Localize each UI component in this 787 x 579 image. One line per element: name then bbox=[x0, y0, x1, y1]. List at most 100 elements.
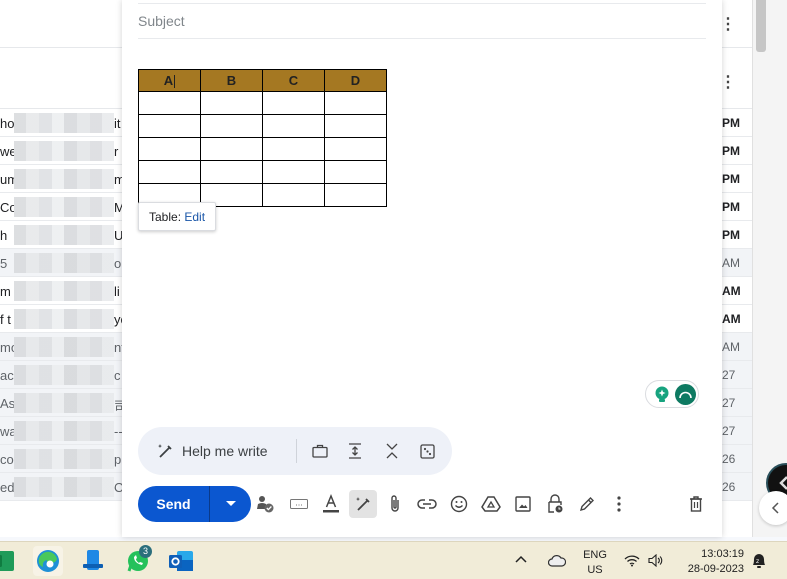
mail-time: PM bbox=[722, 172, 740, 186]
table-cell[interactable] bbox=[262, 160, 325, 184]
image-icon[interactable] bbox=[511, 492, 535, 516]
outlook-icon bbox=[169, 551, 193, 571]
link-icon[interactable] bbox=[415, 492, 439, 516]
mail-time: PM bbox=[722, 116, 740, 130]
table-cell[interactable] bbox=[324, 114, 387, 138]
taskbar: 3 ENG US 13:03:19 28-09-2023 z bbox=[0, 541, 787, 579]
table-popup-label: Table: bbox=[149, 210, 182, 224]
mail-sender: 5 bbox=[0, 256, 8, 271]
redacted-content bbox=[14, 421, 114, 441]
confidential-lock-icon[interactable] bbox=[543, 492, 567, 516]
system-clock[interactable]: 13:03:19 28-09-2023 bbox=[680, 547, 744, 577]
table-cell[interactable] bbox=[200, 137, 263, 161]
table-cell[interactable] bbox=[324, 160, 387, 184]
caret-down-icon bbox=[225, 501, 236, 506]
table-cell[interactable] bbox=[324, 183, 387, 207]
trash-icon[interactable] bbox=[684, 492, 708, 516]
table-header-cell[interactable]: B bbox=[200, 69, 263, 92]
assistant-avatar-icon[interactable] bbox=[675, 384, 696, 405]
screen: ⋮ ⋮ hoitPMwerPMummPMCoMaPM hUPM 5oAMm Il… bbox=[0, 0, 787, 579]
excel-icon bbox=[0, 551, 14, 571]
redacted-content bbox=[14, 225, 114, 245]
table-cell[interactable] bbox=[200, 91, 263, 115]
table-cell[interactable] bbox=[324, 91, 387, 115]
drive-icon[interactable] bbox=[479, 492, 503, 516]
table-header-cell[interactable]: C bbox=[262, 69, 325, 92]
table-popup: Table: Edit bbox=[138, 202, 217, 231]
table-cell[interactable] bbox=[138, 114, 201, 138]
volume-icon[interactable] bbox=[648, 553, 664, 570]
more-vert-icon[interactable]: ⋮ bbox=[720, 72, 736, 92]
edge-icon bbox=[37, 550, 59, 572]
mail-sender: As bbox=[0, 396, 14, 411]
phone-link-icon bbox=[83, 550, 103, 570]
grammar-assistant[interactable] bbox=[645, 380, 699, 408]
table-cell[interactable] bbox=[138, 91, 201, 115]
taskbar-app-phone-link[interactable] bbox=[78, 546, 108, 576]
scrollbar[interactable] bbox=[756, 0, 766, 52]
briefcase-icon[interactable] bbox=[310, 441, 330, 461]
attach-icon[interactable] bbox=[383, 492, 407, 516]
keyboard-icon[interactable] bbox=[287, 492, 311, 516]
subject-input[interactable] bbox=[138, 13, 698, 29]
onedrive-icon[interactable] bbox=[547, 555, 567, 570]
language-code: ENG bbox=[583, 549, 607, 561]
more-options-icon[interactable] bbox=[607, 492, 631, 516]
table-cell[interactable] bbox=[262, 114, 325, 138]
mail-time: PM bbox=[722, 144, 740, 158]
collapse-vertical-icon[interactable] bbox=[382, 441, 402, 461]
sparkle-pen-icon[interactable] bbox=[349, 490, 377, 518]
side-panel bbox=[752, 0, 787, 537]
taskbar-app-excel[interactable] bbox=[0, 546, 18, 576]
notifications-icon[interactable]: z bbox=[751, 552, 767, 572]
table-cell[interactable] bbox=[262, 137, 325, 161]
dice-icon[interactable] bbox=[417, 441, 437, 461]
more-vert-icon[interactable]: ⋮ bbox=[720, 14, 736, 34]
table-cell[interactable] bbox=[324, 137, 387, 161]
redacted-content bbox=[14, 197, 114, 217]
table-cell[interactable] bbox=[262, 183, 325, 207]
show-side-panel-button[interactable] bbox=[759, 491, 787, 525]
table-header-cell[interactable]: D bbox=[324, 69, 387, 92]
wifi-icon[interactable] bbox=[624, 554, 640, 570]
table-edit-link[interactable]: Edit bbox=[184, 210, 205, 224]
signature-check-icon[interactable] bbox=[253, 492, 277, 516]
mail-sender: wa bbox=[0, 424, 14, 439]
emoji-icon[interactable] bbox=[447, 492, 471, 516]
mail-time: 27 bbox=[722, 396, 736, 410]
redacted-content bbox=[14, 393, 114, 413]
table-header-cell[interactable]: A bbox=[138, 69, 201, 92]
redacted-content bbox=[14, 449, 114, 469]
send-options-button[interactable] bbox=[210, 486, 251, 522]
table-row bbox=[138, 137, 387, 161]
expand-vertical-icon[interactable] bbox=[345, 441, 365, 461]
mail-time: 27 bbox=[722, 424, 736, 438]
body-table[interactable]: A B C D bbox=[138, 69, 387, 207]
help-me-write-button[interactable]: Help me write bbox=[156, 441, 268, 461]
send-button[interactable]: Send bbox=[138, 486, 210, 522]
table-cell[interactable] bbox=[262, 91, 325, 115]
table-cell[interactable] bbox=[200, 160, 263, 184]
taskbar-app-outlook[interactable] bbox=[166, 546, 196, 576]
table-cell[interactable] bbox=[138, 137, 201, 161]
mail-sender: we bbox=[0, 144, 14, 159]
sparkle-pen-icon bbox=[158, 444, 172, 458]
text-format-icon[interactable] bbox=[319, 492, 343, 516]
taskbar-app-edge[interactable] bbox=[33, 546, 63, 576]
language-indicator[interactable]: ENG US bbox=[580, 548, 610, 578]
mail-sender: Co bbox=[0, 200, 14, 215]
show-hidden-icons-button[interactable] bbox=[515, 554, 527, 566]
mail-time: 26 bbox=[722, 452, 736, 466]
taskbar-app-whatsapp[interactable]: 3 bbox=[123, 545, 153, 576]
pen-icon[interactable] bbox=[575, 492, 599, 516]
lightbulb-icon[interactable] bbox=[654, 386, 670, 404]
mail-sender: ho bbox=[0, 116, 14, 131]
chevron-left-icon bbox=[771, 502, 779, 514]
table-cell[interactable] bbox=[200, 114, 263, 138]
svg-text:z: z bbox=[756, 558, 759, 565]
redacted-content bbox=[14, 309, 114, 329]
mail-time: AM bbox=[722, 256, 740, 270]
table-cell[interactable] bbox=[138, 160, 201, 184]
keyboard-layout: US bbox=[587, 564, 603, 576]
redacted-content bbox=[14, 169, 114, 189]
